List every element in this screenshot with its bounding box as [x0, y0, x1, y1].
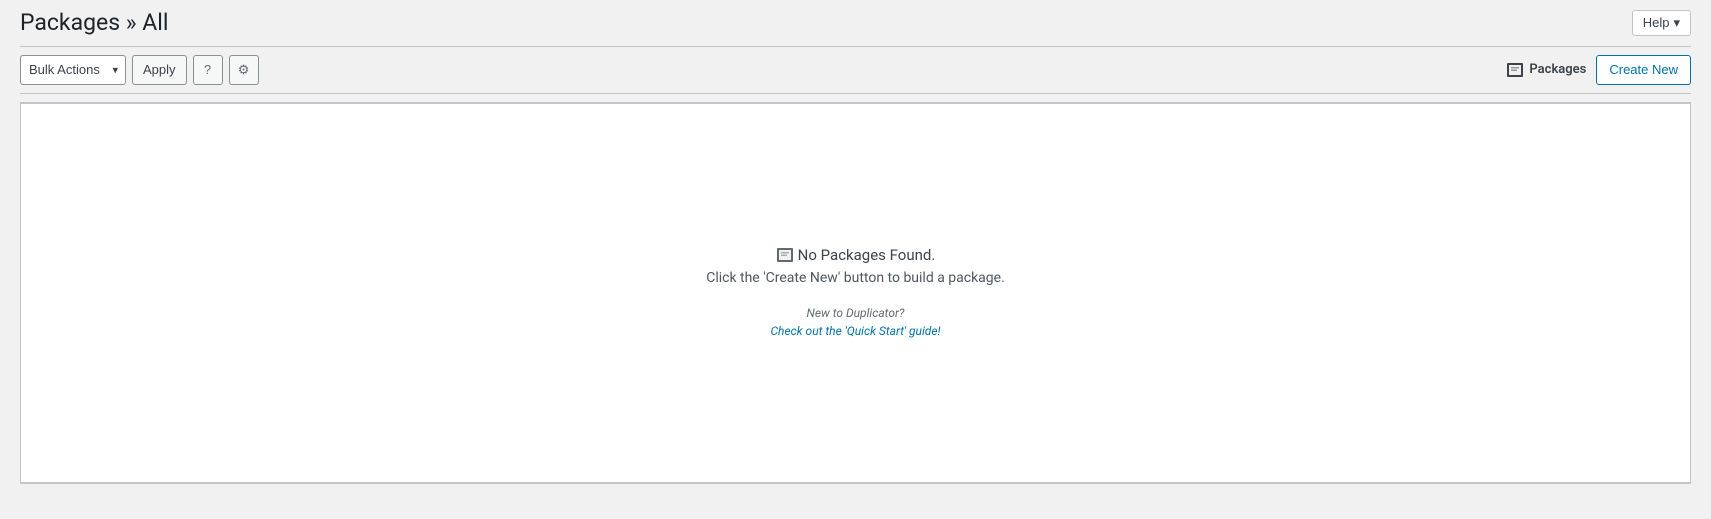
toolbar-left: Bulk Actions Apply ? ⚙ [20, 55, 259, 85]
no-packages-text: No Packages Found. [798, 246, 936, 264]
new-to-duplicator-text: New to Duplicator? [706, 306, 1005, 320]
help-label: Help [1643, 15, 1670, 30]
bulk-actions-wrapper: Bulk Actions [20, 55, 126, 85]
top-bar [20, 94, 1691, 103]
empty-state-subtitle: Click the 'Create New' button to build a… [706, 270, 1005, 286]
bulk-actions-select[interactable]: Bulk Actions [20, 55, 126, 85]
create-new-button[interactable]: Create New [1596, 55, 1691, 85]
toolbar: Bulk Actions Apply ? ⚙ [20, 46, 1691, 94]
quick-start-link[interactable]: Check out the 'Quick Start' guide! [770, 324, 940, 338]
gear-icon: ⚙ [238, 62, 250, 78]
apply-button[interactable]: Apply [132, 55, 187, 85]
help-button[interactable]: Help ▾ [1632, 10, 1691, 36]
page-header: Packages » All Help ▾ [20, 0, 1691, 46]
main-content: No Packages Found. Click the 'Create New… [20, 103, 1691, 483]
question-mark-icon: ? [204, 62, 211, 77]
help-icon-button[interactable]: ? [193, 55, 223, 85]
bottom-bar [20, 483, 1691, 496]
packages-link[interactable]: Packages [1506, 62, 1586, 78]
empty-state: No Packages Found. Click the 'Create New… [686, 206, 1025, 379]
toolbar-right: Packages Create New [1506, 55, 1691, 85]
empty-state-title: No Packages Found. [706, 246, 1005, 264]
packages-link-label: Packages [1529, 62, 1586, 77]
chevron-down-icon: ▾ [1673, 15, 1680, 31]
page-title: Packages » All [20, 8, 168, 38]
settings-icon-button[interactable]: ⚙ [229, 55, 259, 85]
empty-state-packages-icon [776, 247, 794, 263]
packages-icon [1506, 62, 1524, 78]
